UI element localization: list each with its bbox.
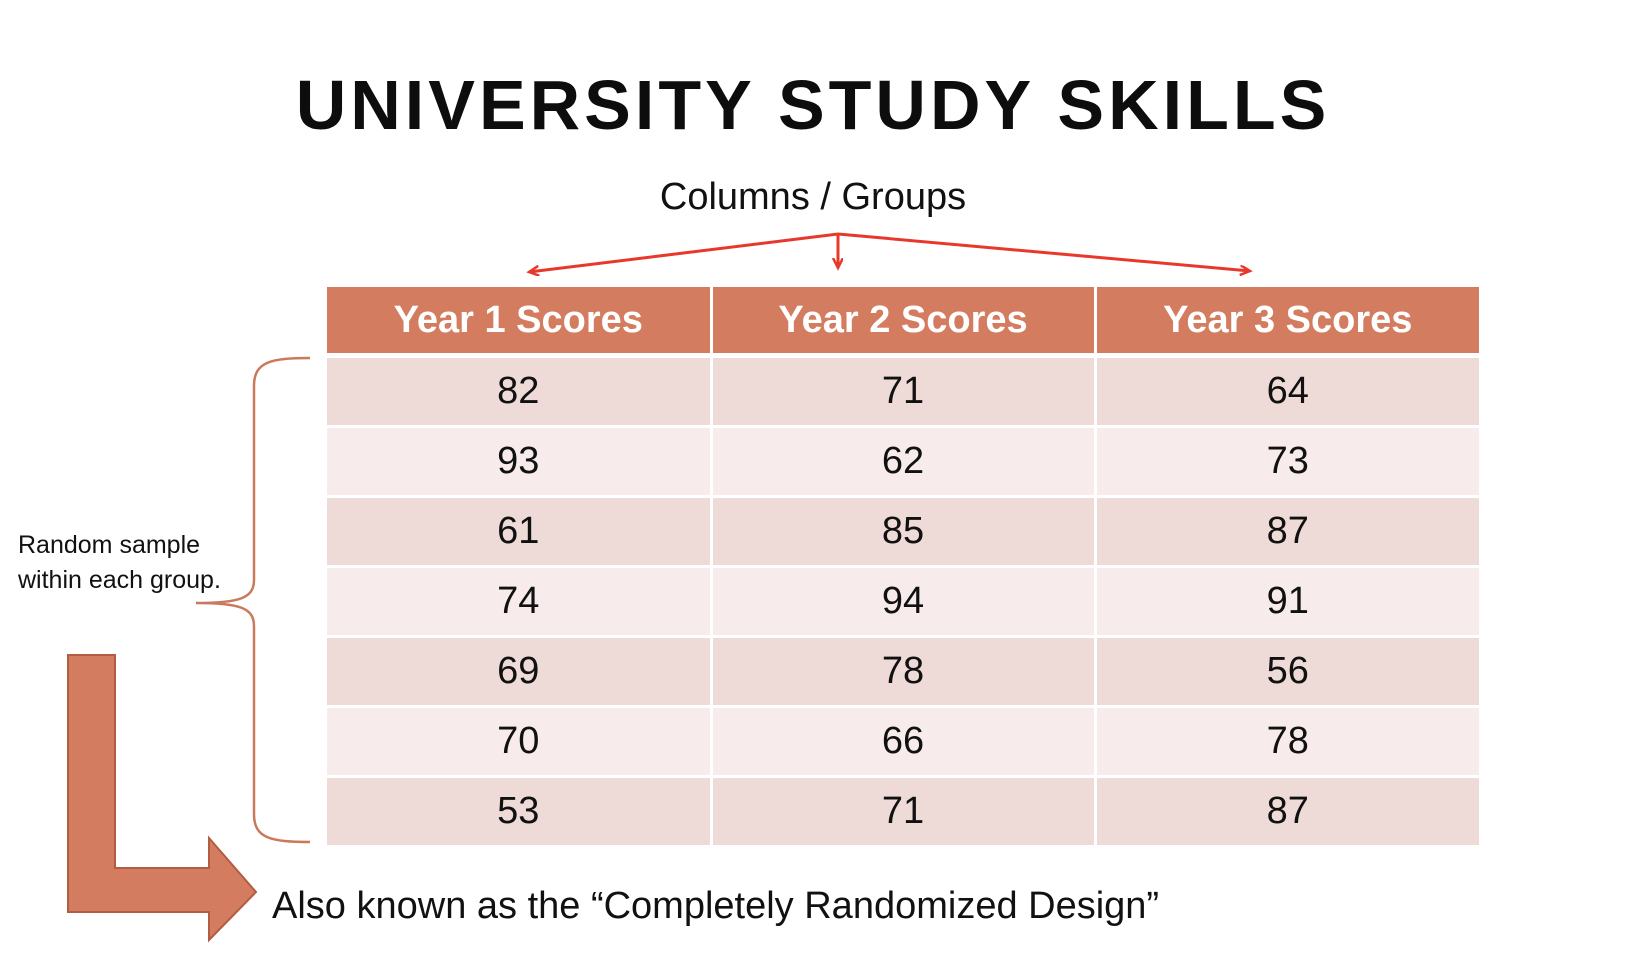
header-year-1: Year 1 Scores [327,287,713,358]
table-cell: 64 [1095,355,1479,428]
table-row: 82 71 64 [327,355,1479,428]
slide-title: UNIVERSITY STUDY SKILLS [295,66,1331,144]
table-cell: 56 [1095,636,1479,708]
table-cell: 93 [327,426,713,498]
scores-table: Year 1 Scores Year 2 Scores Year 3 Score… [327,287,1479,848]
table-cell: 78 [1095,706,1479,778]
table-cell: 61 [327,496,713,568]
table-cell: 78 [711,636,1097,708]
table-cell: 82 [327,355,713,428]
table-header-row: Year 1 Scores Year 2 Scores Year 3 Score… [327,287,1479,358]
table-row: 69 78 56 [327,636,1479,708]
table-row: 70 66 78 [327,706,1479,778]
table-row: 61 85 87 [327,496,1479,568]
table-cell: 62 [711,426,1097,498]
table-cell: 71 [711,355,1097,428]
table-cell: 73 [1095,426,1479,498]
table-row: 53 71 87 [327,776,1479,848]
table-cell: 91 [1095,566,1479,638]
bent-arrow-icon [67,654,258,943]
table-cell: 74 [327,566,713,638]
design-footnote: Also known as the “Completely Randomized… [272,885,1160,927]
table-cell: 94 [711,566,1097,638]
table-cell: 53 [327,776,713,848]
table-row: 74 94 91 [327,566,1479,638]
table-cell: 87 [1095,496,1479,568]
header-year-2: Year 2 Scores [711,287,1097,358]
table-cell: 69 [327,636,713,708]
table-cell: 71 [711,776,1097,848]
red-arrows-icon [529,232,1250,272]
table-cell: 66 [711,706,1097,778]
table-cell: 87 [1095,776,1479,848]
table-row: 93 62 73 [327,426,1479,498]
table-cell: 85 [711,496,1097,568]
header-year-3: Year 3 Scores [1095,287,1479,358]
table-cell: 70 [327,706,713,778]
random-sample-label: Random sample within each group. [18,531,221,594]
columns-groups-label: Columns / Groups [659,176,967,218]
curly-brace-icon [195,356,311,844]
